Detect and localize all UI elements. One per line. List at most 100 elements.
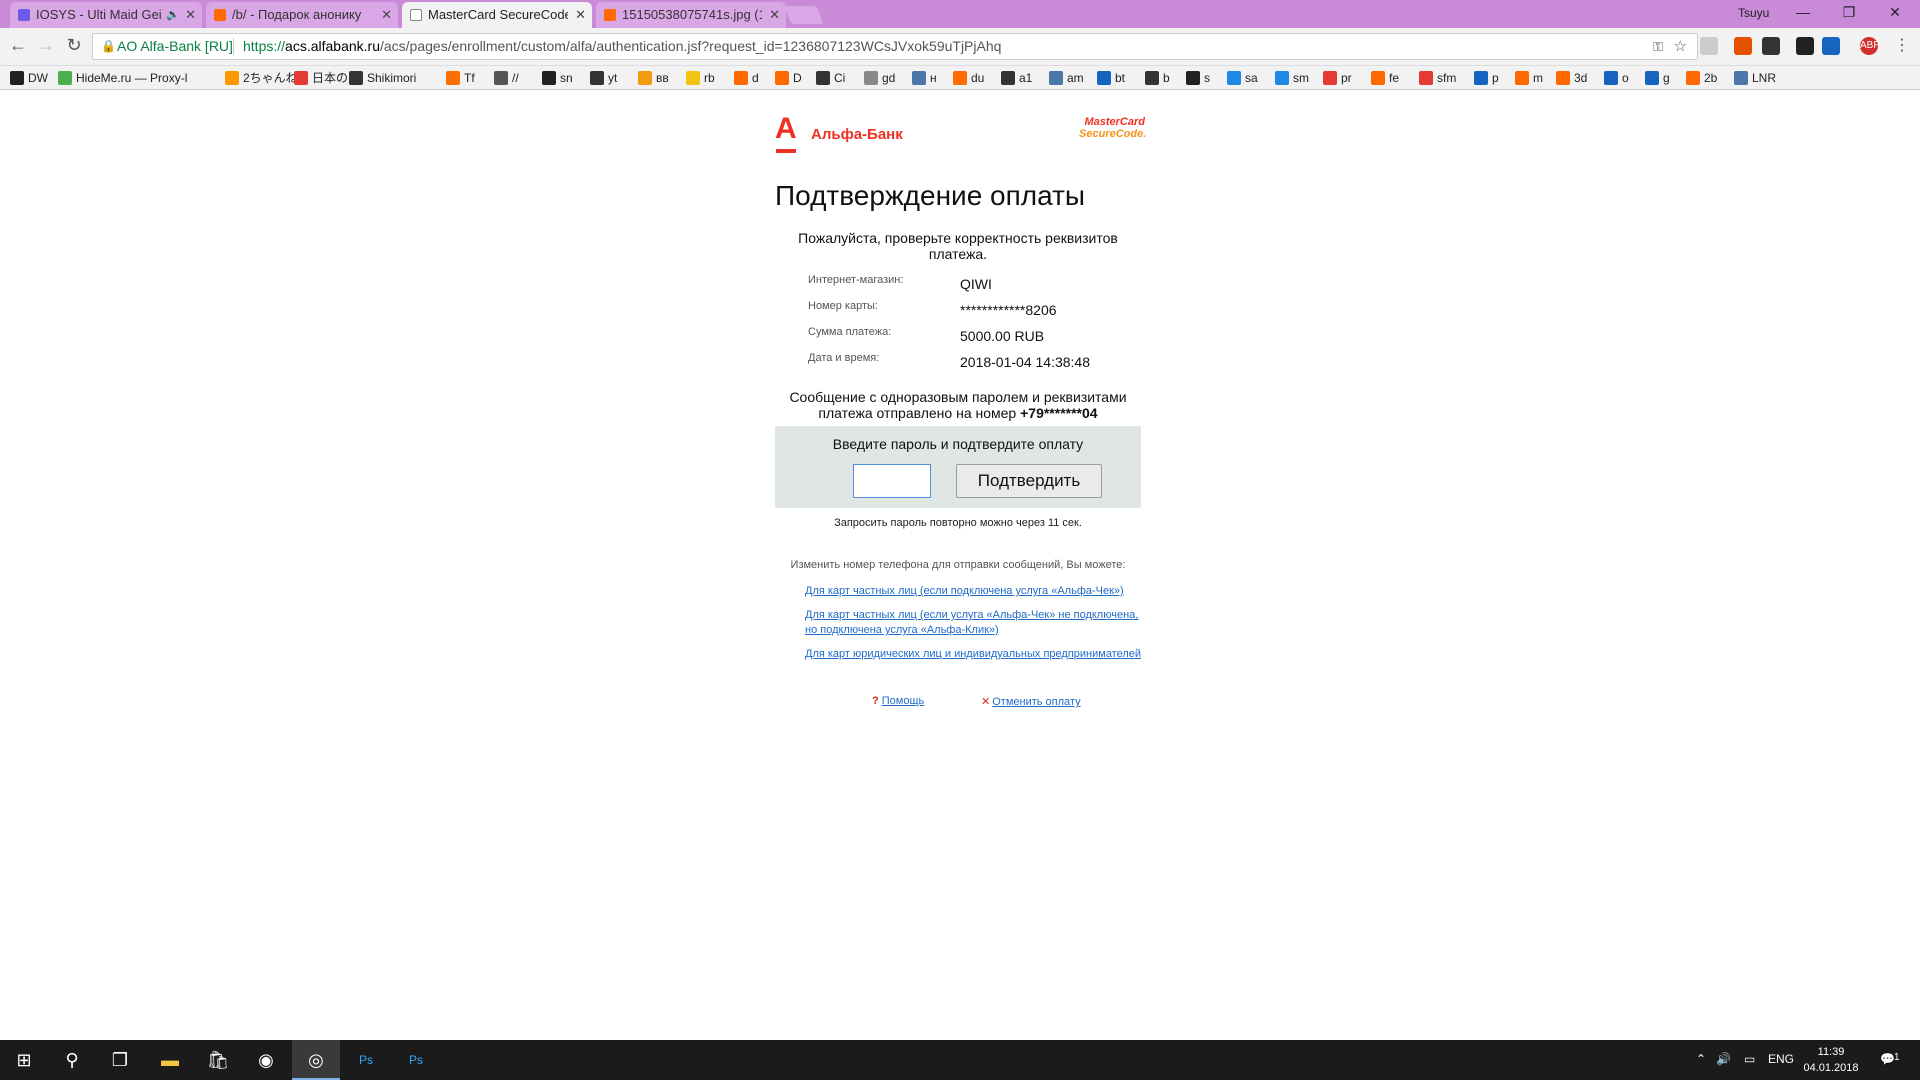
bookmark-label: HideMe.ru — Proxy-l	[76, 71, 188, 85]
bookmark-favicon-icon	[1097, 71, 1111, 85]
clock[interactable]: 11:39 04.01.2018	[1796, 1044, 1866, 1076]
bookmark-item[interactable]: Shikimori	[349, 70, 416, 86]
extension-icon[interactable]	[1796, 37, 1814, 55]
bookmark-item[interactable]: 3d	[1556, 70, 1587, 86]
profile-name[interactable]: Tsuyu	[1738, 6, 1769, 20]
tab-mastercard-securecode[interactable]: MasterCard SecureCode ✕	[402, 2, 592, 28]
tray-expand-icon[interactable]: ⌃	[1696, 1052, 1706, 1066]
bookmark-item[interactable]: Tf	[446, 70, 475, 86]
extension-icon[interactable]	[1700, 37, 1718, 55]
bookmark-favicon-icon	[1515, 71, 1529, 85]
audio-icon[interactable]: 🔈	[166, 2, 180, 28]
close-icon[interactable]: ✕	[769, 2, 780, 28]
bookmark-item[interactable]: н	[912, 70, 937, 86]
address-bar[interactable]: 🔒 AO Alfa-Bank [RU] https://acs.alfabank…	[92, 33, 1698, 60]
confirm-button[interactable]: Подтвердить	[956, 464, 1102, 498]
bookmark-item[interactable]: g	[1645, 70, 1670, 86]
bookmark-item[interactable]: вв	[638, 70, 669, 86]
link-legal-entities[interactable]: Для карт юридических лиц и индивидуальны…	[805, 647, 1145, 662]
link-private-alfa-check[interactable]: Для карт частных лиц (если подключена ус…	[805, 584, 1145, 599]
otp-password-input[interactable]	[853, 464, 931, 498]
bookmark-item[interactable]: bt	[1097, 70, 1125, 86]
bookmark-item[interactable]: s	[1186, 70, 1210, 86]
search-icon[interactable]: ⚲	[48, 1040, 96, 1080]
restore-button[interactable]: ❐	[1826, 4, 1872, 21]
bookmark-item[interactable]: sa	[1227, 70, 1258, 86]
menu-icon[interactable]: ⋮	[1890, 35, 1914, 55]
drive-extension-icon[interactable]	[1822, 37, 1840, 55]
photoshop-icon[interactable]: Ps	[392, 1040, 440, 1080]
close-icon[interactable]: ✕	[575, 2, 586, 28]
bookmark-item[interactable]: sfm	[1419, 70, 1456, 86]
bookmark-item[interactable]: m	[1515, 70, 1543, 86]
url-text[interactable]: https://acs.alfabank.ru/acs/pages/enroll…	[243, 34, 1001, 59]
back-arrow-icon[interactable]: ←	[6, 35, 30, 56]
photoshop-icon[interactable]: Ps	[342, 1040, 390, 1080]
bookmark-label: gd	[882, 71, 896, 85]
site-identity[interactable]: AO Alfa-Bank [RU]	[117, 34, 233, 59]
network-icon[interactable]: ▭	[1744, 1052, 1755, 1066]
help-link[interactable]: ? Помощь	[872, 695, 924, 707]
tab-iosys[interactable]: IOSYS - Ulti Maid Gei 🔈 ✕	[10, 2, 202, 28]
bookmark-item[interactable]: yt	[590, 70, 617, 86]
store-icon[interactable]: 🛍	[194, 1040, 242, 1080]
close-icon[interactable]: ✕	[185, 2, 196, 28]
bookmark-item[interactable]: Ci	[816, 70, 845, 86]
task-view-icon[interactable]: ❐	[96, 1040, 144, 1080]
bookmark-item[interactable]: fe	[1371, 70, 1399, 86]
bookmark-label: yt	[608, 71, 618, 85]
bookmark-item[interactable]: //	[494, 70, 519, 86]
bookmark-item[interactable]: rb	[686, 70, 715, 86]
bookmark-item[interactable]: b	[1145, 70, 1170, 86]
bookmark-star-icon[interactable]: ☆	[1674, 34, 1687, 59]
mail-extension-icon[interactable]	[1762, 37, 1780, 55]
bookmark-item[interactable]: sm	[1275, 70, 1309, 86]
steam-icon[interactable]: ◉	[242, 1040, 290, 1080]
alfa-bank-logo: A Альфа-Банк	[775, 112, 925, 156]
bookmark-item[interactable]: LNR	[1734, 70, 1776, 86]
bookmark-item[interactable]: HideMe.ru — Proxy-l	[58, 70, 187, 86]
close-icon[interactable]: ✕	[381, 2, 392, 28]
bookmark-label: fe	[1389, 71, 1400, 85]
close-window-button[interactable]: ✕	[1872, 4, 1918, 21]
bookmark-item[interactable]: p	[1474, 70, 1499, 86]
file-explorer-icon[interactable]: ▬	[146, 1040, 194, 1080]
cancel-payment-link[interactable]: ✕ Отменить оплату	[981, 695, 1081, 708]
windows-start-icon[interactable]: ⊞	[0, 1040, 48, 1080]
bookmark-item[interactable]: sn	[542, 70, 573, 86]
bookmark-item[interactable]: D	[775, 70, 802, 86]
bookmark-item[interactable]: a1	[1001, 70, 1032, 86]
bookmark-label: Tf	[464, 71, 475, 85]
language-indicator[interactable]: ENG	[1768, 1052, 1794, 1066]
detail-row-merchant: Интернет-магазин: QIWI	[808, 274, 1128, 300]
tab-b-board[interactable]: /b/ - Подарок анонику ✕	[206, 2, 398, 28]
minimize-button[interactable]: —	[1780, 4, 1826, 20]
bookmark-item[interactable]: 2ちゃんね	[225, 70, 298, 86]
key-icon[interactable]: ⚿	[1653, 34, 1663, 59]
volume-icon[interactable]: 🔊	[1716, 1052, 1731, 1066]
tab-image[interactable]: 15150538075741s.jpg (1 ✕	[596, 2, 786, 28]
bookmark-item[interactable]: du	[953, 70, 984, 86]
forward-arrow-icon[interactable]: →	[34, 35, 58, 56]
bookmark-item[interactable]: am	[1049, 70, 1084, 86]
fire-extension-icon[interactable]	[1734, 37, 1752, 55]
bookmark-item[interactable]: d	[734, 70, 759, 86]
bookmark-label: 2ちゃんね	[243, 71, 298, 85]
notifications-icon[interactable]: 💬	[1880, 1052, 1895, 1066]
notification-count: 1	[1894, 1052, 1900, 1063]
bookmark-item[interactable]: 2b	[1686, 70, 1717, 86]
alfa-logo-text: Альфа-Банк	[811, 126, 903, 143]
lock-icon[interactable]: 🔒	[101, 34, 116, 59]
bookmarks-bar: DW HideMe.ru — Proxy-l 2ちゃんね 日本の Shikimori Tf…	[0, 66, 1920, 90]
bookmark-item[interactable]: gd	[864, 70, 895, 86]
chrome-icon[interactable]: ◎	[292, 1040, 340, 1080]
reload-icon[interactable]: ↻	[62, 35, 86, 56]
bookmark-item[interactable]: DW	[10, 70, 48, 86]
link-private-alfa-click[interactable]: Для карт частных лиц (если услуга «Альфа…	[805, 608, 1145, 638]
bookmark-item[interactable]: 日本の	[294, 70, 348, 86]
bookmark-label: 3d	[1574, 71, 1588, 85]
bookmark-item[interactable]: pr	[1323, 70, 1352, 86]
new-tab-button[interactable]	[784, 6, 824, 24]
bookmark-item[interactable]: o	[1604, 70, 1629, 86]
adblock-icon[interactable]: ABP	[1860, 37, 1880, 55]
